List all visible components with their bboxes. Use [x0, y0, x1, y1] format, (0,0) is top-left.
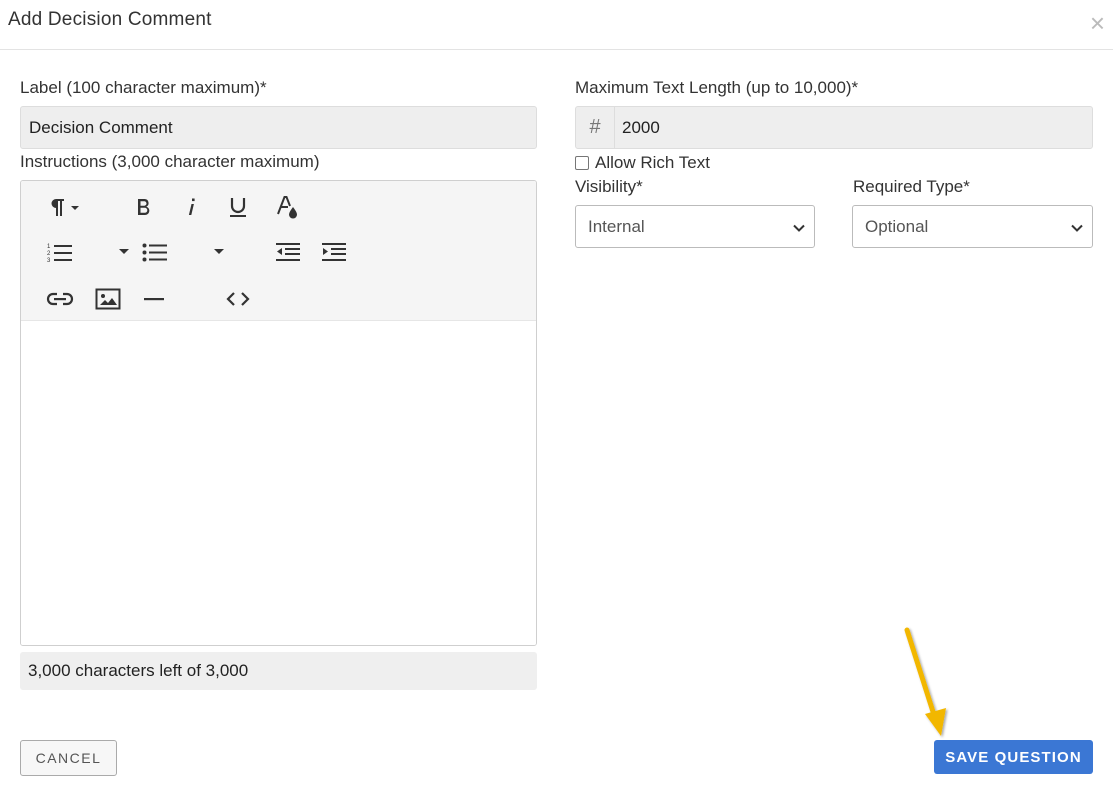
dialog-header: Add Decision Comment × [0, 0, 1113, 50]
chevron-down-icon [1070, 220, 1084, 240]
unordered-list-dropdown[interactable] [209, 241, 229, 263]
close-icon[interactable]: × [1090, 10, 1105, 36]
paragraph-style-button[interactable] [45, 194, 85, 220]
ordered-list-dropdown[interactable] [114, 241, 134, 263]
unordered-list-button[interactable] [140, 239, 170, 265]
bold-icon [135, 197, 153, 217]
max-length-input-group: # 2000 [575, 106, 1093, 149]
visibility-selected-value: Internal [588, 217, 645, 236]
bold-button[interactable] [131, 194, 157, 220]
indent-button[interactable] [319, 239, 349, 265]
underline-icon [228, 196, 248, 218]
allow-rich-text-row: Allow Rich Text [575, 153, 710, 173]
max-length-label: Maximum Text Length (up to 10,000)* [575, 78, 859, 97]
label-input[interactable]: Decision Comment [20, 106, 537, 149]
horizontal-rule-icon [144, 297, 164, 301]
svg-text:2: 2 [47, 251, 51, 257]
horizontal-rule-button[interactable] [140, 286, 168, 312]
unordered-list-icon [142, 241, 168, 263]
dialog-title: Add Decision Comment [8, 9, 212, 30]
required-type-selected-value: Optional [865, 217, 929, 236]
visibility-select[interactable]: Internal [575, 205, 815, 248]
visibility-label: Visibility* [575, 177, 643, 196]
editor-toolbar: 1 2 3 [21, 181, 536, 321]
caret-down-icon [118, 248, 130, 256]
code-view-icon [225, 291, 251, 307]
indent-icon [321, 241, 347, 263]
hash-icon: # [576, 107, 615, 148]
image-icon [95, 288, 121, 310]
outdent-icon [275, 241, 301, 263]
required-type-label: Required Type* [853, 177, 970, 196]
code-view-button[interactable] [223, 286, 253, 312]
ordered-list-button[interactable]: 1 2 3 [45, 239, 75, 265]
ordered-list-icon: 1 2 3 [47, 241, 73, 263]
outdent-button[interactable] [273, 239, 303, 265]
italic-icon [184, 197, 198, 217]
svg-text:1: 1 [47, 244, 51, 250]
cancel-button[interactable]: CANCEL [20, 740, 117, 776]
save-question-button[interactable]: SAVE QUESTION [934, 740, 1093, 774]
allow-rich-text-checkbox[interactable] [575, 156, 589, 170]
label-field-label: Label (100 character maximum)* [20, 78, 267, 97]
paragraph-icon [47, 196, 83, 218]
italic-button[interactable] [178, 194, 204, 220]
link-button[interactable] [45, 286, 75, 312]
editor-content-area[interactable] [21, 322, 536, 645]
image-button[interactable] [93, 286, 123, 312]
text-color-icon [275, 195, 299, 221]
character-counter: 3,000 characters left of 3,000 [20, 652, 537, 690]
instructions-editor: 1 2 3 [20, 180, 537, 646]
underline-button[interactable] [225, 194, 251, 220]
required-type-select[interactable]: Optional [852, 205, 1093, 248]
text-color-button[interactable] [272, 194, 302, 222]
max-length-input[interactable]: 2000 [615, 107, 1092, 148]
link-icon [46, 291, 74, 307]
caret-down-icon [213, 248, 225, 256]
chevron-down-icon [792, 220, 806, 240]
annotation-arrow-icon [895, 622, 955, 747]
allow-rich-text-label[interactable]: Allow Rich Text [595, 153, 710, 173]
svg-text:3: 3 [47, 258, 51, 263]
instructions-label: Instructions (3,000 character maximum) [20, 152, 320, 171]
